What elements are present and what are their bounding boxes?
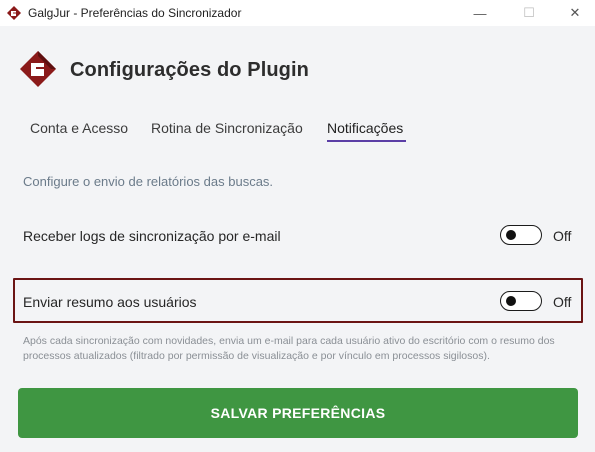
app-logo-icon xyxy=(7,6,21,20)
galgjur-logo-icon xyxy=(20,51,56,87)
setting-label-resumo: Enviar resumo aos usuários xyxy=(23,294,197,310)
minimize-button[interactable]: — xyxy=(457,0,503,26)
toggle-resumo-usuarios[interactable] xyxy=(500,291,542,311)
tab-rotina-de-sincronizacao[interactable]: Rotina de Sincronização xyxy=(151,120,303,136)
toggle-knob xyxy=(506,296,516,306)
tab-conta-e-acesso[interactable]: Conta e Acesso xyxy=(30,120,128,136)
toggle-logs-email[interactable] xyxy=(500,225,542,245)
toggle-state-logs: Off xyxy=(553,228,572,244)
section-description: Configure o envio de relatórios das busc… xyxy=(23,174,274,189)
setting-label-logs: Receber logs de sincronização por e-mail xyxy=(23,228,281,244)
help-text: Após cada sincronização com novidades, e… xyxy=(23,335,555,362)
tab-notificacoes[interactable]: Notificações xyxy=(327,120,403,136)
page-title: Configurações do Plugin xyxy=(70,59,309,81)
active-tab-indicator xyxy=(327,140,406,142)
toggle-state-resumo: Off xyxy=(553,294,572,310)
save-preferences-button[interactable]: SALVAR PREFERÊNCIAS xyxy=(18,388,578,438)
maximize-button[interactable]: ☐ xyxy=(506,0,552,26)
toggle-knob xyxy=(506,230,516,240)
window-title: GalgJur - Preferências do Sincronizador xyxy=(28,6,242,20)
close-button[interactable]: ✕ xyxy=(552,0,595,26)
title-bar: GalgJur - Preferências do Sincronizador … xyxy=(0,0,595,26)
